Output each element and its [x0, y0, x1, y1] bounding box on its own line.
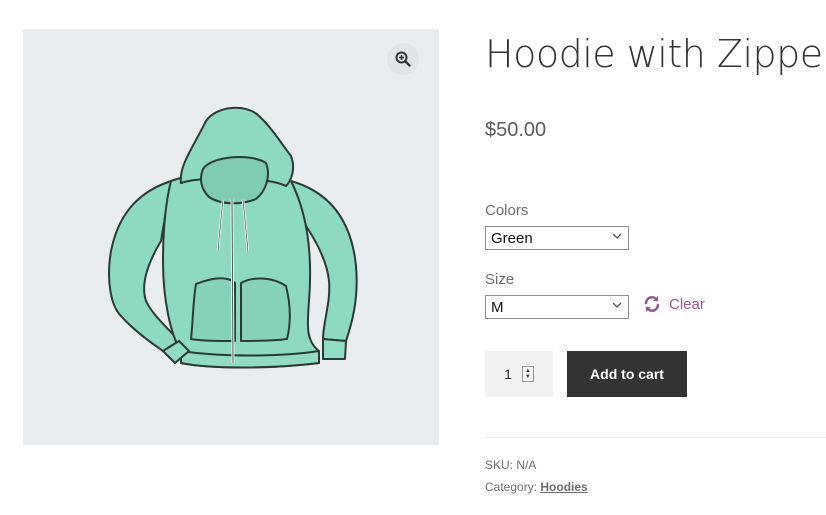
sku-value: N/A: [516, 458, 537, 472]
product-title: Hoodie with Zipper: [485, 32, 826, 76]
colors-select[interactable]: Green: [485, 226, 629, 250]
product-gallery: [23, 29, 439, 445]
quantity-stepper[interactable]: ▲ ▼: [521, 366, 534, 382]
category-meta: Category: Hoodies: [485, 480, 588, 494]
divider: [485, 437, 826, 438]
zoom-button[interactable]: [387, 43, 419, 75]
size-select[interactable]: M: [485, 295, 629, 319]
size-label: Size: [485, 271, 515, 288]
sku-label: SKU:: [485, 458, 514, 472]
quantity-field[interactable]: 1 ▲ ▼: [485, 351, 553, 397]
sku-meta: SKU: N/A: [485, 458, 536, 472]
product-summary: Hoodie with Zipper $50.00 Colors Green S…: [485, 0, 826, 515]
category-link[interactable]: Hoodies: [540, 480, 587, 494]
size-select-value: M: [491, 299, 504, 316]
chevron-down-icon: [612, 231, 622, 241]
colors-label: Colors: [485, 202, 529, 219]
add-to-cart-button[interactable]: Add to cart: [567, 351, 687, 397]
category-label: Category:: [485, 480, 538, 494]
stepper-down-icon[interactable]: ▼: [525, 374, 531, 380]
clear-label: Clear: [669, 295, 705, 313]
clear-variations-link[interactable]: Clear: [643, 295, 705, 313]
product-price: $50.00: [485, 119, 547, 141]
chevron-down-icon: [612, 300, 622, 310]
quantity-input[interactable]: 1: [504, 366, 512, 382]
zoom-icon: [395, 51, 411, 67]
refresh-icon: [644, 296, 660, 312]
colors-select-value: Green: [491, 230, 533, 247]
hoodie-product-image[interactable]: [101, 101, 361, 371]
